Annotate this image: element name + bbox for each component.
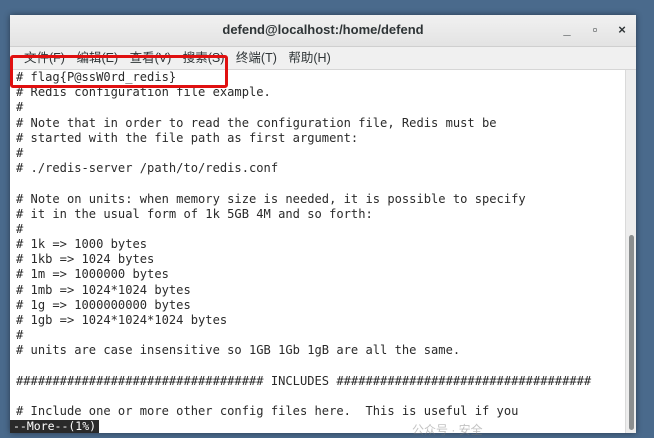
menu-search[interactable]: 搜索(S)	[179, 47, 229, 69]
terminal-line: #	[16, 328, 24, 343]
terminal-line: #	[16, 221, 24, 236]
terminal-line: # ./redis-server /path/to/redis.conf	[16, 161, 279, 176]
terminal-line: # Include one or more other config files…	[16, 404, 519, 419]
menu-help[interactable]: 帮助(H)	[284, 47, 334, 69]
window-title: defend@localhost:/home/defend	[222, 22, 424, 37]
pager-status: --More--(1%)	[10, 420, 100, 433]
terminal-line: #	[16, 145, 24, 160]
terminal-line: # 1m => 1000000 bytes	[16, 267, 169, 282]
title-bar[interactable]: defend@localhost:/home/defend _ ▫ ×	[10, 15, 636, 47]
terminal-line: ################################## INCLU…	[16, 373, 592, 388]
terminal-line: # units are case insensitive so 1GB 1Gb …	[16, 343, 461, 358]
watermark: 公众号 · 安全	[412, 423, 483, 437]
terminal-line: # Redis configuration file example.	[16, 85, 271, 100]
terminal-output[interactable]: # flag{P@ssW0rd_redis} # Redis configura…	[10, 70, 625, 433]
minimize-button[interactable]: _	[558, 21, 576, 39]
menu-view[interactable]: 查看(V)	[126, 47, 176, 69]
terminal-line: # Note on units: when memory size is nee…	[16, 191, 526, 206]
menu-bar: 文件(F) 编辑(E) 查看(V) 搜索(S) 终端(T) 帮助(H)	[10, 47, 636, 70]
terminal-line-flag: # flag{P@ssW0rd_redis}	[16, 70, 177, 84]
terminal-line: # it in the usual form of 1k 5GB 4M and …	[16, 206, 373, 221]
terminal-line: # 1gb => 1024*1024*1024 bytes	[16, 313, 228, 327]
menu-edit[interactable]: 编辑(E)	[72, 47, 122, 69]
terminal-window: defend@localhost:/home/defend _ ▫ × 文件(F…	[10, 15, 636, 433]
terminal-line: # 1kb => 1024 bytes	[16, 252, 155, 267]
terminal-line: # Note that in order to read the configu…	[16, 115, 497, 130]
maximize-button[interactable]: ▫	[586, 21, 604, 39]
terminal-line: #	[16, 100, 24, 115]
terminal-line: # 1k => 1000 bytes	[16, 237, 148, 252]
close-button[interactable]: ×	[613, 21, 631, 39]
terminal-line: # started with the file path as first ar…	[16, 130, 359, 145]
menu-terminal[interactable]: 终端(T)	[232, 47, 281, 69]
terminal-line: # 1mb => 1024*1024 bytes	[16, 282, 191, 297]
terminal-scrollbar[interactable]	[625, 70, 636, 433]
terminal-line: # 1g => 1000000000 bytes	[16, 297, 191, 312]
scrollbar-thumb[interactable]	[629, 235, 634, 430]
menu-file[interactable]: 文件(F)	[20, 47, 69, 69]
